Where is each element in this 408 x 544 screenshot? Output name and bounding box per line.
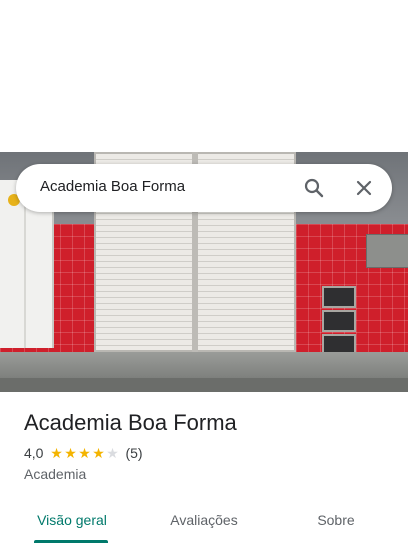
tab-overview[interactable]: Visão geral <box>24 498 120 542</box>
map-empty-area <box>0 0 408 152</box>
rating-value: 4,0 <box>24 445 44 461</box>
review-count[interactable]: (5) <box>125 445 142 461</box>
star-filled-icon: ★ <box>78 445 91 461</box>
tab-bar: Visão geral Avaliações Sobre <box>0 498 408 544</box>
place-category: Academia <box>24 466 87 482</box>
photo-vent <box>322 310 356 332</box>
star-filled-icon: ★ <box>92 445 105 461</box>
search-bar[interactable]: Academia Boa Forma <box>16 164 392 212</box>
search-icon[interactable] <box>302 176 326 200</box>
photo-vent <box>322 286 356 308</box>
tab-about[interactable]: Sobre <box>288 498 384 542</box>
search-query[interactable]: Academia Boa Forma <box>40 178 185 195</box>
star-filled-icon: ★ <box>64 445 77 461</box>
photo-curb <box>0 378 408 392</box>
rating-row[interactable]: 4,0 ★ ★ ★ ★ ★ (5) <box>24 444 143 462</box>
star-filled-icon: ★ <box>50 445 63 461</box>
place-title: Academia Boa Forma <box>24 410 237 435</box>
star-empty-icon: ★ <box>106 445 119 461</box>
photo-sidewalk <box>0 352 408 378</box>
selected-tab-indicator <box>34 540 108 543</box>
close-icon[interactable] <box>352 176 376 200</box>
photo-electric-meters <box>366 234 408 268</box>
place-info-panel: Academia Boa Forma 4,0 ★ ★ ★ ★ ★ (5) Academi… <box>0 392 408 544</box>
tab-reviews[interactable]: Avaliações <box>156 498 252 542</box>
rating-stars: ★ ★ ★ ★ ★ <box>49 446 119 460</box>
